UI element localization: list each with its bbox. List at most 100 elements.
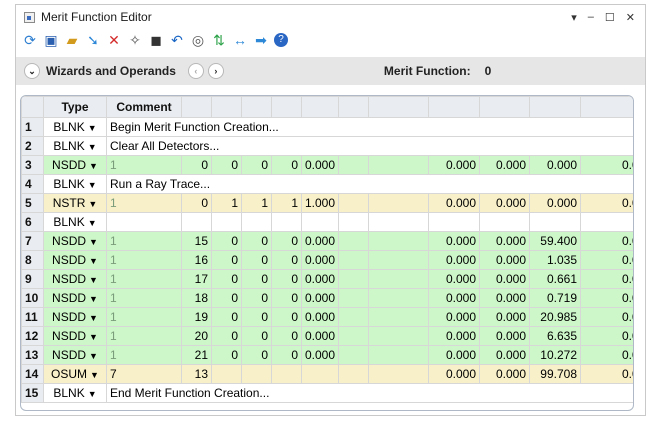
value-cell[interactable] (529, 212, 581, 232)
value-cell[interactable] (338, 269, 369, 289)
value-cell[interactable]: 0 (241, 250, 272, 270)
table-row[interactable]: 15 BLNK ▼ End Merit Function Creation... (21, 383, 633, 403)
comment-cell[interactable]: 1 (106, 288, 182, 308)
value-cell[interactable]: 0.000 (301, 288, 339, 308)
value-cell[interactable]: 0.661 (529, 269, 581, 289)
value-cell[interactable] (301, 212, 339, 232)
value-cell[interactable]: 0.000 (428, 250, 480, 270)
value-cell[interactable] (241, 364, 272, 384)
operand-type-select[interactable]: NSDD ▼ (43, 326, 107, 346)
comment-cell[interactable]: 1 (106, 326, 182, 346)
value-cell[interactable]: 1 (271, 193, 302, 213)
refresh-icon[interactable]: ⟳ (22, 32, 38, 48)
value-cell[interactable] (479, 212, 530, 232)
value-cell[interactable]: 0.000 (580, 345, 633, 365)
operand-type-select[interactable]: NSDD ▼ (43, 288, 107, 308)
value-cell[interactable] (368, 269, 429, 289)
value-cell[interactable] (368, 307, 429, 327)
value-cell[interactable] (338, 212, 369, 232)
comment-cell[interactable]: Clear All Detectors... (106, 136, 633, 156)
chevron-down-icon[interactable]: ▼ (89, 294, 98, 304)
value-cell[interactable]: 0 (271, 269, 302, 289)
value-cell[interactable] (241, 212, 272, 232)
operand-type-select[interactable]: NSDD ▼ (43, 307, 107, 327)
row-number[interactable]: 14 (21, 364, 44, 384)
maximize-icon[interactable]: ☐ (605, 11, 615, 24)
table-row[interactable]: 4 BLNK ▼ Run a Ray Trace... (21, 174, 633, 194)
value-cell[interactable]: 0 (271, 155, 302, 175)
value-cell[interactable]: 0 (271, 231, 302, 251)
value-cell[interactable]: 0.000 (428, 288, 480, 308)
value-cell[interactable]: 0.000 (580, 288, 633, 308)
value-cell[interactable] (301, 364, 339, 384)
table-row[interactable]: 10NSDD▼1180000.0000.0000.0000.7190.000 (21, 288, 633, 308)
value-cell[interactable]: 99.708 (529, 364, 581, 384)
value-cell[interactable]: 18 (181, 288, 212, 308)
value-cell[interactable] (368, 345, 429, 365)
row-number[interactable]: 5 (21, 193, 44, 213)
chevron-down-icon[interactable]: ▼ (89, 237, 98, 247)
value-cell[interactable]: 0 (241, 326, 272, 346)
value-cell[interactable]: 0.000 (428, 364, 480, 384)
value-cell[interactable] (368, 326, 429, 346)
chevron-down-icon[interactable]: ▼ (88, 199, 97, 209)
value-cell[interactable]: 10.272 (529, 345, 581, 365)
chevron-down-icon[interactable]: ▼ (88, 389, 97, 399)
value-cell[interactable]: 0.000 (479, 326, 530, 346)
insert-icon[interactable]: ➘ (85, 32, 101, 48)
row-number[interactable]: 3 (21, 155, 44, 175)
table-row[interactable]: 9NSDD▼1170000.0000.0000.0000.6610.000 (21, 269, 633, 289)
chevron-down-icon[interactable]: ▼ (89, 313, 98, 323)
view-icon[interactable]: ◎ (190, 32, 206, 48)
value-cell[interactable]: 0.000 (301, 269, 339, 289)
comment-cell[interactable]: 1 (106, 193, 182, 213)
value-cell[interactable]: 0.000 (301, 307, 339, 327)
value-cell[interactable]: 1 (211, 193, 242, 213)
value-cell[interactable]: 0.000 (428, 193, 480, 213)
help-icon[interactable]: ? (274, 33, 288, 47)
chevron-down-icon[interactable]: ▼ (88, 123, 97, 133)
row-number[interactable]: 11 (21, 307, 44, 327)
value-cell[interactable] (211, 364, 242, 384)
value-cell[interactable]: 0 (271, 288, 302, 308)
value-cell[interactable]: 0.000 (479, 345, 530, 365)
value-cell[interactable]: 0.000 (580, 326, 633, 346)
value-cell[interactable]: 0.000 (301, 231, 339, 251)
value-cell[interactable] (338, 345, 369, 365)
value-cell[interactable] (181, 212, 212, 232)
value-cell[interactable]: 0 (211, 231, 242, 251)
value-cell[interactable]: 19 (181, 307, 212, 327)
arrows-icon[interactable]: ↔ (232, 32, 248, 48)
comment-cell[interactable]: 1 (106, 269, 182, 289)
value-cell[interactable]: 0.000 (580, 364, 633, 384)
value-cell[interactable]: 1 (241, 193, 272, 213)
value-cell[interactable]: 0.000 (301, 155, 339, 175)
chevron-down-icon[interactable]: ▼ (89, 332, 98, 342)
chevron-down-icon[interactable]: ▼ (89, 275, 98, 285)
comment-cell[interactable]: 1 (106, 250, 182, 270)
table-row[interactable]: 5NSTR▼101111.0000.0000.0000.0000.000 (21, 193, 633, 213)
value-cell[interactable] (338, 307, 369, 327)
chevron-down-icon[interactable]: ▼ (89, 161, 98, 171)
value-cell[interactable]: 0 (271, 345, 302, 365)
comment-cell[interactable] (106, 212, 182, 232)
operand-type-select[interactable]: NSDD ▼ (43, 250, 107, 270)
chevron-down-icon[interactable]: ▼ (88, 180, 97, 190)
value-cell[interactable]: 0 (271, 307, 302, 327)
row-number[interactable]: 7 (21, 231, 44, 251)
value-cell[interactable]: 0.000 (580, 193, 633, 213)
value-cell[interactable] (338, 231, 369, 251)
value-cell[interactable]: 0 (271, 326, 302, 346)
row-number[interactable]: 12 (21, 326, 44, 346)
row-number[interactable]: 15 (21, 383, 44, 403)
value-cell[interactable] (368, 231, 429, 251)
value-cell[interactable] (271, 212, 302, 232)
value-cell[interactable]: 0.000 (479, 288, 530, 308)
minimize-icon[interactable]: – (588, 11, 594, 24)
operand-type-select[interactable]: BLNK ▼ (43, 212, 107, 232)
value-cell[interactable]: 0 (241, 288, 272, 308)
previous-operand-button[interactable]: ‹ (187, 63, 204, 79)
value-cell[interactable]: 16 (181, 250, 212, 270)
table-row[interactable]: 2 BLNK ▼ Clear All Detectors... (21, 136, 633, 156)
operand-type-select[interactable]: NSDD ▼ (43, 155, 107, 175)
